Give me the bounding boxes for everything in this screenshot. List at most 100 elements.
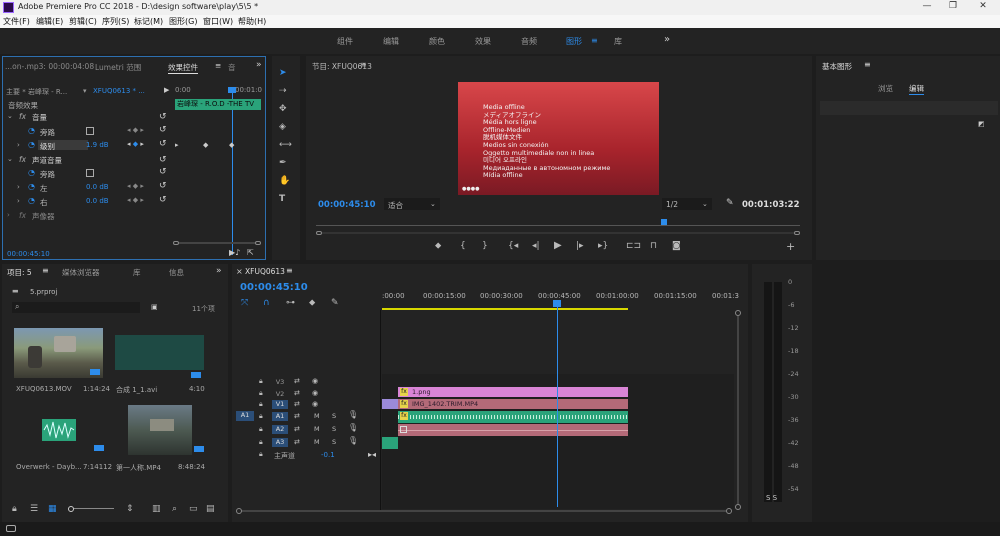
- timeline-horizontal-scrollbar[interactable]: [236, 508, 732, 514]
- razor-tool-icon[interactable]: ◈: [279, 122, 286, 132]
- track-lock-icon[interactable]: 🔒︎: [259, 425, 263, 434]
- mute-track-button[interactable]: M: [314, 425, 320, 433]
- linked-selection-icon[interactable]: ⊶: [286, 298, 295, 308]
- play-button[interactable]: ▶: [554, 240, 562, 251]
- source-patch-a1[interactable]: A1: [236, 411, 254, 421]
- resolution-dropdown[interactable]: 1/2 ⌄: [662, 198, 712, 210]
- reset-param-icon[interactable]: ↺: [159, 181, 167, 191]
- level-value[interactable]: 1.9 dB: [86, 141, 109, 149]
- automate-to-sequence-icon[interactable]: ▥: [152, 504, 161, 514]
- menu-file[interactable]: 文件(F): [3, 16, 30, 27]
- timeline-tracks-area[interactable]: fx 1.png fx IMG_1402.TRIM.MP4 fx: [382, 374, 734, 509]
- add-button[interactable]: +: [786, 240, 795, 253]
- ec-current-time[interactable]: 00:00:45:10: [7, 250, 50, 258]
- zoom-slider-handle[interactable]: [68, 506, 74, 512]
- workspace-more-button[interactable]: »: [664, 34, 670, 45]
- list-view-icon[interactable]: ☰: [30, 504, 38, 514]
- media-thumbnail[interactable]: [115, 335, 204, 378]
- keyframe-diamond-icon[interactable]: ◆: [229, 141, 234, 149]
- mark-in-icon[interactable]: {: [460, 241, 466, 251]
- sync-lock-icon[interactable]: ⇄: [294, 377, 300, 385]
- ec-zoom-scrollbar[interactable]: [173, 241, 261, 245]
- tab-info[interactable]: 信息: [169, 267, 184, 278]
- reset-effect-icon[interactable]: ↺: [159, 155, 167, 165]
- effect-panner[interactable]: 声像器: [32, 211, 55, 222]
- toggle-output-eye-icon[interactable]: ◉: [312, 400, 318, 408]
- media-thumbnail[interactable]: [128, 405, 204, 455]
- track-lock-icon[interactable]: 🔒︎: [259, 438, 263, 447]
- effect-volume[interactable]: 音量: [32, 112, 47, 123]
- workspace-menu-icon[interactable]: ≡: [591, 36, 598, 45]
- zoom-slider-track[interactable]: [74, 508, 114, 509]
- menu-help[interactable]: 帮助(H): [238, 16, 266, 27]
- param-expand-icon[interactable]: ›: [17, 183, 20, 191]
- work-area-bar[interactable]: [382, 308, 628, 310]
- type-tool-icon[interactable]: T: [279, 194, 285, 204]
- meter-solo-buttons[interactable]: S S: [766, 494, 777, 502]
- bypass-checkbox[interactable]: [86, 127, 94, 135]
- workspace-libraries[interactable]: 库: [614, 36, 622, 47]
- stopwatch-icon[interactable]: ◔: [28, 126, 35, 135]
- track-label-a1[interactable]: A1: [272, 412, 288, 421]
- mark-out-icon[interactable]: }: [482, 241, 488, 251]
- panel-menu-icon[interactable]: ≡: [864, 60, 871, 69]
- new-item-icon[interactable]: ▤: [206, 504, 215, 514]
- workspace-effects[interactable]: 效果: [475, 36, 491, 47]
- add-marker-icon[interactable]: ⬥: [435, 241, 441, 251]
- new-bin-from-search-icon[interactable]: ▣: [151, 303, 158, 311]
- panel-menu-icon[interactable]: ≡: [286, 266, 293, 275]
- clip-a2-audio[interactable]: [398, 424, 628, 436]
- project-search-input[interactable]: ⌕: [12, 302, 140, 313]
- clip-a3-audio[interactable]: [382, 437, 398, 449]
- menu-window[interactable]: 窗口(W): [203, 16, 233, 27]
- workspace-assembly[interactable]: 组件: [337, 36, 353, 47]
- tab-libraries[interactable]: 库: [133, 267, 141, 278]
- graphics-layer-list[interactable]: [820, 101, 998, 115]
- stopwatch-icon[interactable]: ◔: [28, 196, 35, 205]
- tab-audio-clip-mixer[interactable]: ...on-.mp3: 00:00:04:08: [5, 62, 94, 71]
- left-value[interactable]: 0.0 dB: [86, 183, 109, 191]
- minimize-button[interactable]: —: [920, 1, 934, 13]
- keyframe-nav-icon[interactable]: ◂ ◆ ▸: [127, 182, 144, 190]
- timeline-sequence-title[interactable]: XFUQ0613: [245, 267, 285, 276]
- keyframe-prev-icon[interactable]: ▸: [175, 141, 179, 149]
- media-thumbnail[interactable]: [14, 328, 103, 378]
- program-current-time[interactable]: 00:00:45:10: [318, 200, 376, 210]
- clip-v1-lead[interactable]: [382, 399, 398, 409]
- reset-param-icon[interactable]: ↺: [159, 167, 167, 177]
- selection-tool-icon[interactable]: ➤: [279, 68, 287, 78]
- param-expand-icon[interactable]: ›: [17, 197, 20, 205]
- program-zoom-bar[interactable]: [316, 231, 800, 235]
- panel-menu-icon[interactable]: ≡: [42, 266, 49, 275]
- close-button[interactable]: ✕: [976, 1, 990, 13]
- panel-menu-icon[interactable]: ≡: [215, 61, 221, 70]
- workspace-graphics[interactable]: 图形: [566, 36, 582, 47]
- track-label-v3[interactable]: V3: [274, 378, 286, 386]
- track-label-v1[interactable]: V1: [272, 400, 288, 409]
- close-tab-icon[interactable]: ×: [236, 267, 243, 276]
- lock-icon[interactable]: 🔒︎: [12, 504, 17, 514]
- sync-lock-icon[interactable]: ⇄: [294, 400, 300, 408]
- maximize-button[interactable]: ❐: [946, 1, 960, 13]
- tab-effect-controls[interactable]: 效果控件: [168, 62, 198, 74]
- hand-tool-icon[interactable]: ✋: [279, 176, 290, 186]
- reset-param-icon[interactable]: ↺: [159, 125, 167, 135]
- workspace-editing[interactable]: 编辑: [383, 36, 399, 47]
- go-to-end-icon[interactable]: ▸◂: [368, 450, 376, 459]
- ec-expand-chevron-icon[interactable]: ⌄: [7, 155, 13, 163]
- keyframe-nav-icon[interactable]: ◂ ◆ ▸: [127, 126, 144, 134]
- source-clip-label[interactable]: 主要 * 岩峰琛 - R...: [6, 87, 67, 97]
- track-select-tool-icon[interactable]: ⇢: [279, 86, 287, 96]
- effect-channel-volume[interactable]: 声道音量: [32, 155, 62, 166]
- export-frame-icon[interactable]: ◙: [672, 241, 681, 251]
- find-icon[interactable]: ⌕: [172, 504, 177, 514]
- track-lock-icon[interactable]: 🔒︎: [259, 400, 263, 409]
- clip-v2-image[interactable]: fx 1.png: [398, 387, 628, 397]
- toggle-output-eye-icon[interactable]: ◉: [312, 377, 318, 385]
- voice-over-mic-icon[interactable]: 🎙︎: [348, 410, 358, 419]
- param-expand-icon[interactable]: ›: [17, 141, 20, 149]
- workspace-audio[interactable]: 音频: [521, 36, 537, 47]
- ec-clip-bar[interactable]: 岩峰琛 - R.O.D -THE TV: [175, 99, 261, 110]
- new-layer-icon[interactable]: ◩: [978, 120, 985, 128]
- sort-icon[interactable]: ⇕: [126, 504, 134, 514]
